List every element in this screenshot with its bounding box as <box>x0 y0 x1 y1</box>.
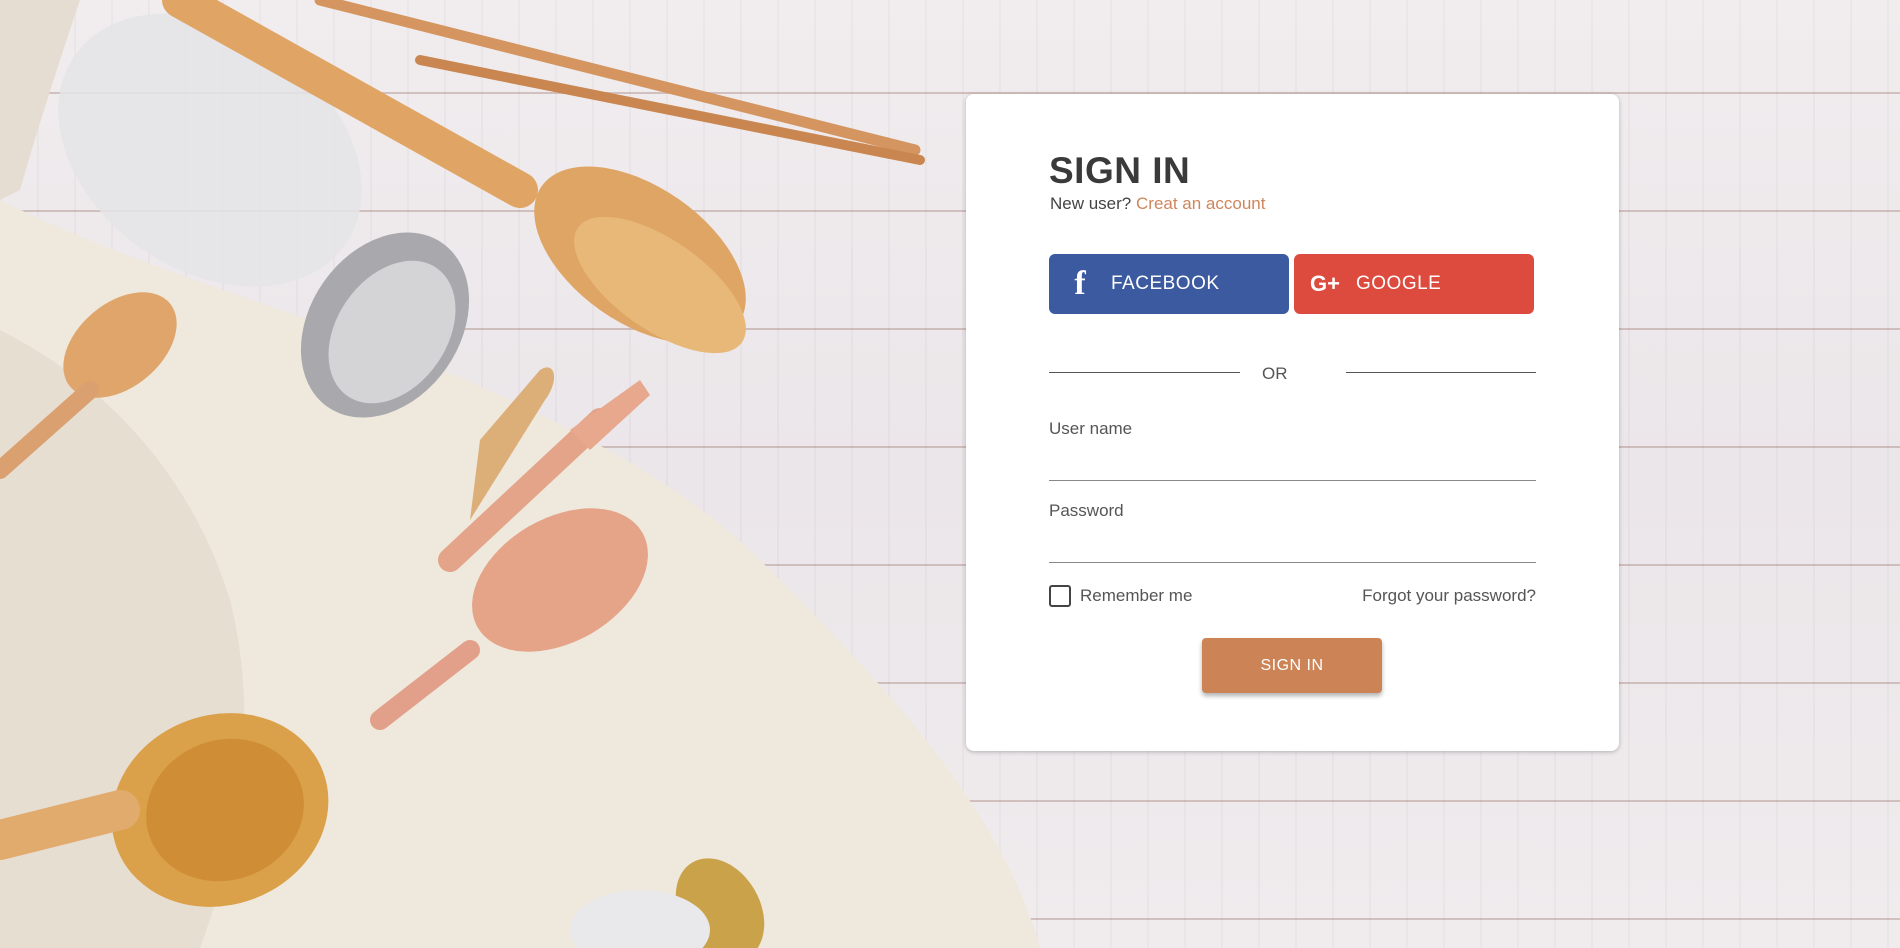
username-label: User name <box>1049 419 1133 438</box>
sign-in-button[interactable]: SIGN IN <box>1202 638 1382 693</box>
new-user-text: New user? <box>1050 194 1132 213</box>
new-user-line: New user? Creat an account <box>1050 194 1265 214</box>
google-button-label: GOOGLE <box>1356 273 1442 294</box>
page-title: SIGN IN <box>1049 150 1191 191</box>
google-login-button[interactable]: G+ GOOGLE <box>1294 254 1534 314</box>
remember-me-label: Remember me <box>1080 586 1193 605</box>
facebook-icon: f <box>1074 265 1086 302</box>
sign-in-card: SIGN IN New user? Creat an account f FAC… <box>966 94 1619 751</box>
password-label: Password <box>1049 501 1124 520</box>
username-input[interactable] <box>1049 448 1536 481</box>
forgot-password-link[interactable]: Forgot your password? <box>1362 586 1536 606</box>
facebook-login-button[interactable]: f FACEBOOK <box>1049 254 1289 314</box>
or-divider-left <box>1049 372 1240 373</box>
remember-me-checkbox[interactable] <box>1049 585 1071 607</box>
facebook-button-label: FACEBOOK <box>1111 273 1220 294</box>
password-input[interactable] <box>1049 530 1536 563</box>
or-divider-right <box>1346 372 1536 373</box>
create-account-link[interactable]: Creat an account <box>1136 194 1265 213</box>
google-plus-icon: G+ <box>1310 271 1340 296</box>
or-divider-text: OR <box>1262 364 1288 383</box>
